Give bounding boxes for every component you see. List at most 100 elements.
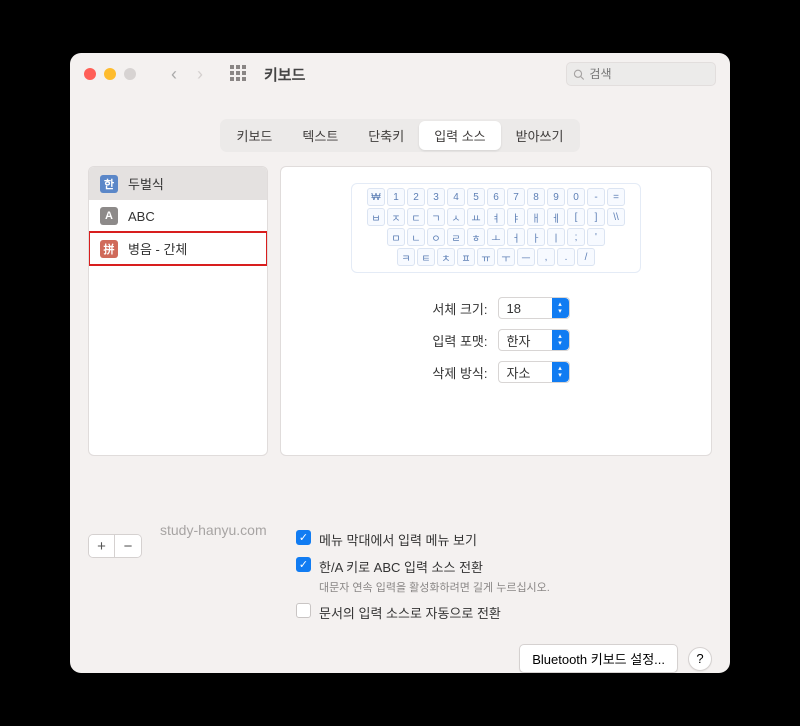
key: ㅕ — [487, 208, 505, 226]
key: ₩ — [367, 188, 385, 206]
delete-mode-select[interactable]: 자소 ▴▾ — [498, 361, 570, 383]
key: ㅈ — [387, 208, 405, 226]
tab-shortcuts[interactable]: 단축키 — [353, 121, 419, 150]
checkbox-sublabel: 대문자 연속 입력을 활성화하려면 길게 누르십시오. — [319, 579, 550, 595]
stepper-icon: ▴▾ — [552, 330, 569, 350]
keyboard-preferences-window: ‹ › 키보드 키보드 텍스트 단축키 입력 소스 받아쓰기 한 두벌식 A A… — [70, 53, 730, 673]
key: ㅗ — [487, 228, 505, 246]
search-input[interactable] — [589, 67, 709, 81]
key: - — [587, 188, 605, 206]
keyboard-row: ₩1234567890-= — [356, 188, 636, 206]
key: , — [537, 248, 555, 266]
key: ㄴ — [407, 228, 425, 246]
source-item-dubeolsik[interactable]: 한 두벌식 — [89, 167, 267, 200]
input-source-list: 한 두벌식 A ABC 拼 병음 - 간체 — [88, 166, 268, 456]
key: 0 — [567, 188, 585, 206]
font-size-select[interactable]: 18 ▴▾ — [498, 297, 570, 319]
source-item-pinyin-simplified[interactable]: 拼 병음 - 간체 — [89, 232, 267, 265]
source-item-abc[interactable]: A ABC — [89, 200, 267, 232]
checkbox-auto-switch[interactable] — [296, 603, 311, 618]
tab-text[interactable]: 텍스트 — [287, 121, 353, 150]
checkbox-label: 문서의 입력 소스로 자동으로 전환 — [319, 603, 501, 622]
key: 5 — [467, 188, 485, 206]
key: ; — [567, 228, 585, 246]
keyboard-row: ㅂㅈㄷㄱㅅㅛㅕㅑㅐㅔ[]\\ — [356, 208, 636, 226]
source-badge-a: A — [100, 207, 118, 225]
tabs: 키보드 텍스트 단축키 입력 소스 받아쓰기 — [220, 119, 581, 152]
key: ㅌ — [417, 248, 435, 266]
tab-dictation[interactable]: 받아쓰기 — [501, 121, 579, 150]
search-field[interactable] — [566, 62, 716, 86]
back-button[interactable]: ‹ — [162, 62, 186, 86]
key: ㅐ — [527, 208, 545, 226]
key: ㅅ — [447, 208, 465, 226]
source-badge-han: 한 — [100, 175, 118, 193]
key: ㅛ — [467, 208, 485, 226]
tab-keyboard[interactable]: 키보드 — [222, 121, 288, 150]
key: ' — [587, 228, 605, 246]
font-size-label: 서체 크기: — [423, 299, 488, 318]
key: ㅍ — [457, 248, 475, 266]
maximize-button — [124, 68, 136, 80]
stepper-icon: ▴▾ — [552, 362, 569, 382]
key: ] — [587, 208, 605, 226]
key: ㅜ — [497, 248, 515, 266]
key: ㄱ — [427, 208, 445, 226]
checkbox-label: 한/A 키로 ABC 입력 소스 전환 — [319, 557, 550, 576]
source-detail-panel: ₩1234567890-= ㅂㅈㄷㄱㅅㅛㅕㅑㅐㅔ[]\\ ㅁㄴㅇㄹㅎㅗㅓㅏㅣ;' ㅋㅌ… — [280, 166, 712, 456]
help-button[interactable]: ? — [688, 647, 712, 671]
key: 1 — [387, 188, 405, 206]
key: ㅠ — [477, 248, 495, 266]
key: ㄷ — [407, 208, 425, 226]
key: ㅊ — [437, 248, 455, 266]
source-settings: 서체 크기: 18 ▴▾ 입력 포맷: 한자 ▴▾ 삭제 방식: — [423, 297, 570, 393]
key: ㅁ — [387, 228, 405, 246]
input-format-value: 한자 — [507, 331, 531, 350]
remove-source-button[interactable]: − — [115, 535, 141, 557]
search-icon — [573, 68, 584, 81]
key: ㄹ — [447, 228, 465, 246]
tab-input-sources[interactable]: 입력 소스 — [419, 121, 500, 150]
key: ㅓ — [507, 228, 525, 246]
key: 7 — [507, 188, 525, 206]
delete-mode-value: 자소 — [507, 363, 531, 382]
bluetooth-keyboard-settings-button[interactable]: Bluetooth 키보드 설정... — [519, 644, 678, 673]
key: = — [607, 188, 625, 206]
key: \\ — [607, 208, 625, 226]
key: ㅂ — [367, 208, 385, 226]
key: [ — [567, 208, 585, 226]
input-format-select[interactable]: 한자 ▴▾ — [498, 329, 570, 351]
close-button[interactable] — [84, 68, 96, 80]
window-controls — [84, 68, 136, 80]
key: ㅑ — [507, 208, 525, 226]
key: ㅋ — [397, 248, 415, 266]
forward-button[interactable]: › — [188, 62, 212, 86]
nav-buttons: ‹ › — [162, 62, 212, 86]
key: 9 — [547, 188, 565, 206]
keyboard-row: ㅁㄴㅇㄹㅎㅗㅓㅏㅣ;' — [356, 228, 636, 246]
checkbox-label: 메뉴 막대에서 입력 메뉴 보기 — [319, 530, 477, 549]
add-remove-controls: + − — [88, 534, 142, 558]
delete-mode-label: 삭제 방식: — [423, 363, 488, 382]
key: 2 — [407, 188, 425, 206]
checkbox-switch-abc[interactable]: ✓ — [296, 557, 311, 572]
source-badge-pin: 拼 — [100, 240, 118, 258]
input-format-label: 입력 포맷: — [423, 331, 488, 350]
page-title: 키보드 — [264, 64, 305, 85]
key: . — [557, 248, 575, 266]
add-source-button[interactable]: + — [89, 535, 115, 557]
key: ㅏ — [527, 228, 545, 246]
source-label: ABC — [128, 209, 155, 224]
minimize-button[interactable] — [104, 68, 116, 80]
key: ㅇ — [427, 228, 445, 246]
key: ㅡ — [517, 248, 535, 266]
keyboard-preview: ₩1234567890-= ㅂㅈㄷㄱㅅㅛㅕㅑㅐㅔ[]\\ ㅁㄴㅇㄹㅎㅗㅓㅏㅣ;' ㅋㅌ… — [351, 183, 641, 273]
show-all-icon[interactable] — [230, 65, 248, 83]
checkbox-show-input-menu[interactable]: ✓ — [296, 530, 311, 545]
source-label: 두벌식 — [128, 174, 164, 193]
key: 8 — [527, 188, 545, 206]
titlebar: ‹ › 키보드 — [70, 53, 730, 95]
font-size-value: 18 — [507, 301, 521, 316]
key: ㅔ — [547, 208, 565, 226]
key: 3 — [427, 188, 445, 206]
